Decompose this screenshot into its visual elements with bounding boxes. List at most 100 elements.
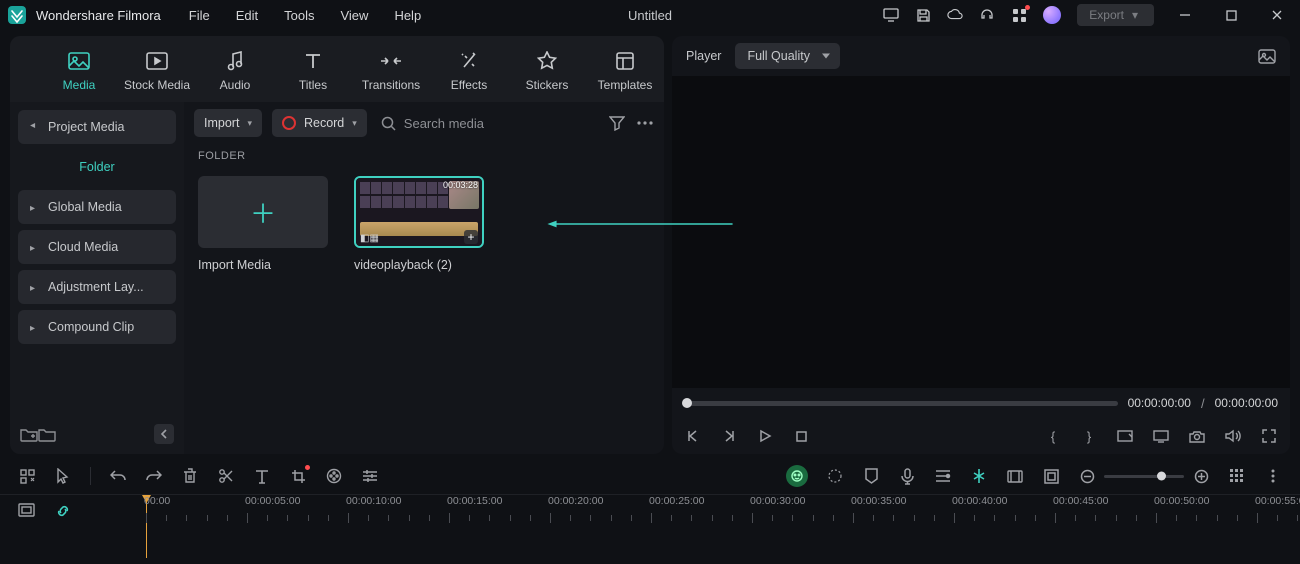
import-box[interactable]: ＋ [198, 176, 328, 248]
snapshot-icon[interactable] [1258, 49, 1276, 64]
ai-button[interactable] [786, 465, 808, 487]
stop-icon[interactable] [792, 427, 810, 445]
adjust-icon[interactable] [361, 467, 379, 485]
tab-stock-media[interactable]: Stock Media [118, 50, 196, 102]
record-dropdown[interactable]: Record ▾ [272, 109, 367, 137]
tab-label: Transitions [362, 78, 420, 92]
user-avatar[interactable] [1043, 6, 1061, 24]
delete-icon[interactable] [181, 467, 199, 485]
save-icon[interactable] [915, 7, 931, 23]
window-maximize[interactable] [1216, 5, 1246, 25]
redo-icon[interactable] [145, 467, 163, 485]
ruler-time-label: 00:00:50:00 [1154, 495, 1209, 507]
view-grid-icon[interactable] [1228, 467, 1246, 485]
speed-icon[interactable] [826, 467, 844, 485]
ratio-icon[interactable] [1116, 427, 1134, 445]
search-input[interactable]: Search media [381, 116, 484, 131]
tab-audio[interactable]: Audio [196, 50, 274, 102]
window-minimize[interactable] [1170, 5, 1200, 25]
menu-tools[interactable]: Tools [284, 8, 314, 23]
timeline-more-icon[interactable] [1264, 467, 1282, 485]
voice-icon[interactable] [898, 467, 916, 485]
filter-icon[interactable] [608, 114, 626, 132]
cursor-icon[interactable] [54, 467, 72, 485]
play-icon[interactable] [756, 427, 774, 445]
cloud-icon[interactable] [947, 7, 963, 23]
add-clip-icon[interactable]: + [464, 230, 478, 244]
render-icon[interactable] [1006, 467, 1024, 485]
progress-bar-row: 00:00:00:00 / 00:00:00:00 [672, 388, 1290, 418]
display-icon[interactable] [1152, 427, 1170, 445]
next-frame-icon[interactable] [720, 427, 738, 445]
effects-icon [460, 50, 478, 72]
chevron-down-icon: ▾ [352, 118, 357, 129]
track-visibility-icon[interactable] [18, 503, 35, 517]
chevron-icon: ▸ [30, 283, 38, 291]
sidebar-item-cloud-media[interactable]: ▸ Cloud Media [18, 230, 176, 264]
mark-in-icon[interactable]: { [1044, 427, 1062, 445]
menu-view[interactable]: View [340, 8, 368, 23]
marker-icon[interactable] [862, 467, 880, 485]
color-icon[interactable] [325, 467, 343, 485]
audio-track-icon[interactable] [934, 467, 952, 485]
split-icon[interactable] [217, 467, 235, 485]
tab-media[interactable]: Media [40, 50, 118, 102]
grid-icon[interactable] [18, 467, 36, 485]
link-icon[interactable] [55, 503, 71, 519]
crop-icon[interactable] [289, 467, 307, 485]
zoom-control [1078, 467, 1210, 485]
import-media-card[interactable]: ＋ Import Media [198, 176, 328, 272]
zoom-in-icon[interactable] [1192, 467, 1210, 485]
camera-icon[interactable] [1188, 427, 1206, 445]
quality-dropdown[interactable]: Full Quality [735, 43, 840, 69]
time-total: 00:00:00:00 [1215, 396, 1278, 410]
apps-icon[interactable] [1011, 7, 1027, 23]
collapse-sidebar-icon[interactable] [154, 424, 174, 444]
more-icon[interactable] [636, 114, 654, 132]
player-buttons: { } [672, 418, 1290, 454]
menu-edit[interactable]: Edit [236, 8, 258, 23]
player-top: Player Full Quality [672, 36, 1290, 76]
undo-icon[interactable] [109, 467, 127, 485]
text-icon[interactable] [253, 467, 271, 485]
ruler-time-label: 00:00:45:00 [1053, 495, 1108, 507]
sidebar-item-project-media[interactable]: ▾ Project Media [18, 110, 176, 144]
import-dropdown[interactable]: Import ▾ [194, 109, 262, 137]
sidebar-item-global-media[interactable]: ▸ Global Media [18, 190, 176, 224]
player-panel: Player Full Quality 00:00:00:00 / 00:00:… [672, 36, 1290, 454]
fullscreen-icon[interactable] [1260, 427, 1278, 445]
sidebar-item-label: Project Media [48, 120, 124, 134]
support-icon[interactable] [979, 7, 995, 23]
player-viewport[interactable] [672, 76, 1290, 388]
zoom-slider[interactable] [1104, 475, 1184, 478]
window-close[interactable] [1262, 5, 1292, 25]
tab-transitions[interactable]: Transitions [352, 50, 430, 102]
chevron-icon: ▸ [30, 203, 38, 211]
mark-out-icon[interactable]: } [1080, 427, 1098, 445]
timeline-track-area[interactable]: 00:0000:00:05:0000:00:10:0000:00:15:0000… [130, 494, 1300, 558]
prev-frame-icon[interactable] [684, 427, 702, 445]
device-icon[interactable] [883, 7, 899, 23]
sidebar-folder[interactable]: Folder [18, 150, 176, 184]
sidebar-item-compound-clip[interactable]: ▸ Compound Clip [18, 310, 176, 344]
export-button[interactable]: Export▾ [1077, 4, 1154, 26]
tab-templates[interactable]: Templates [586, 50, 664, 102]
tab-titles[interactable]: Titles [274, 50, 352, 102]
tab-effects[interactable]: Effects [430, 50, 508, 102]
clip-card[interactable]: 00:03:28 ◧▦ + videoplayback (2) [354, 176, 484, 272]
volume-icon[interactable] [1224, 427, 1242, 445]
new-folder-icon[interactable] [20, 427, 38, 442]
keyframe-icon[interactable] [970, 467, 988, 485]
folder-icon[interactable] [38, 427, 56, 442]
ruler-time-label: 00:00:25:00 [649, 495, 704, 507]
frame-icon[interactable] [1042, 467, 1060, 485]
sidebar-item-adjustment-layer[interactable]: ▸ Adjustment Lay... [18, 270, 176, 304]
ruler-time-label: 00:00 [144, 495, 170, 507]
progress-bar[interactable] [684, 401, 1118, 406]
clip-thumb[interactable]: 00:03:28 ◧▦ + [354, 176, 484, 248]
menu-help[interactable]: Help [394, 8, 421, 23]
tab-label: Effects [451, 78, 487, 92]
tab-stickers[interactable]: Stickers [508, 50, 586, 102]
zoom-out-icon[interactable] [1078, 467, 1096, 485]
menu-file[interactable]: File [189, 8, 210, 23]
